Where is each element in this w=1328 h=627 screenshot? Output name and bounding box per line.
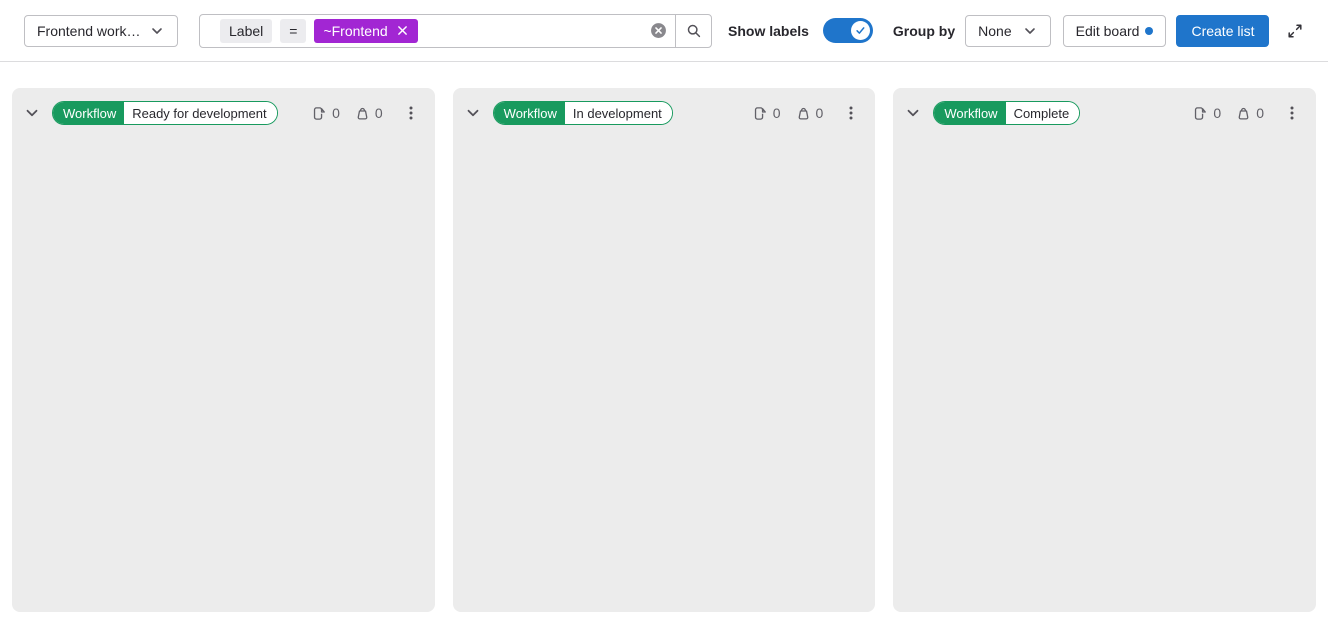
column-header: Workflow Ready for development 0	[12, 88, 435, 127]
issue-count: 0	[332, 105, 340, 121]
search-icon	[686, 23, 702, 39]
label-value: Ready for development	[124, 102, 276, 124]
show-labels-label: Show labels	[728, 23, 809, 39]
chevron-down-icon	[464, 104, 482, 122]
issues-icon	[1193, 106, 1208, 121]
filter-token-operator[interactable]: =	[280, 19, 306, 43]
weight-icon	[796, 106, 811, 121]
issue-count: 0	[773, 105, 781, 121]
weight-count-group: 0	[796, 105, 824, 121]
collapse-column-button[interactable]	[459, 99, 487, 127]
chevron-down-icon	[1022, 23, 1038, 39]
label-scope: Workflow	[934, 102, 1005, 124]
edit-board-button[interactable]: Edit board	[1063, 15, 1167, 47]
create-list-button[interactable]: Create list	[1176, 15, 1269, 47]
group-by-dropdown[interactable]: None	[965, 15, 1050, 47]
issue-count: 0	[1213, 105, 1221, 121]
checkmark-icon	[854, 24, 867, 37]
issue-board: Workflow Ready for development 0	[0, 62, 1328, 612]
filter-token-value-label: ~Frontend	[323, 23, 387, 39]
label-scope: Workflow	[53, 102, 124, 124]
filter-token-key[interactable]: Label	[220, 19, 272, 43]
clear-filter-button[interactable]	[641, 16, 675, 46]
column-menu-button[interactable]	[1278, 99, 1306, 127]
collapse-column-button[interactable]	[899, 99, 927, 127]
search-button[interactable]	[675, 15, 711, 47]
board-switcher-label: Frontend workfl…	[37, 23, 141, 39]
column-header: Workflow In development 0	[453, 88, 876, 127]
create-list-label: Create list	[1191, 23, 1254, 39]
column-menu-button[interactable]	[837, 99, 865, 127]
label-value: Complete	[1006, 102, 1080, 124]
board-column-ready-for-development: Workflow Ready for development 0	[12, 88, 435, 612]
weight-icon	[1236, 106, 1251, 121]
label-value: In development	[565, 102, 672, 124]
board-column-in-development: Workflow In development 0	[453, 88, 876, 612]
chevron-down-icon	[904, 104, 922, 122]
group-by-value: None	[978, 23, 1011, 39]
weight-count: 0	[1256, 105, 1264, 121]
collapse-column-button[interactable]	[18, 99, 46, 127]
diagonal-expand-arrows-icon	[1287, 23, 1303, 39]
notification-dot	[1145, 27, 1153, 35]
issue-count-group: 0	[312, 105, 340, 121]
weight-count-group: 0	[355, 105, 383, 121]
column-counts: 0 0	[1193, 105, 1264, 121]
group-by-label: Group by	[893, 23, 955, 39]
vertical-ellipsis-icon	[1284, 105, 1300, 121]
weight-count: 0	[375, 105, 383, 121]
board-switcher-dropdown[interactable]: Frontend workfl…	[24, 15, 178, 47]
column-counts: 0 0	[753, 105, 824, 121]
column-menu-button[interactable]	[397, 99, 425, 127]
show-labels-toggle[interactable]	[823, 18, 873, 43]
board-column-complete: Workflow Complete 0	[893, 88, 1316, 612]
remove-token-icon[interactable]	[396, 24, 409, 37]
edit-board-label: Edit board	[1076, 23, 1140, 39]
filter-token-list: Label = ~Frontend	[200, 19, 641, 43]
chevron-down-icon	[23, 104, 41, 122]
filter-token-value[interactable]: ~Frontend	[314, 19, 417, 43]
column-scoped-label[interactable]: Workflow In development	[493, 101, 673, 125]
column-scoped-label[interactable]: Workflow Ready for development	[52, 101, 278, 125]
filter-bar[interactable]: Label = ~Frontend	[199, 14, 712, 48]
board-toolbar: Frontend workfl… Label = ~Frontend	[0, 0, 1328, 62]
weight-count-group: 0	[1236, 105, 1264, 121]
weight-icon	[355, 106, 370, 121]
issues-icon	[753, 106, 768, 121]
issue-count-group: 0	[1193, 105, 1221, 121]
label-scope: Workflow	[494, 102, 565, 124]
vertical-ellipsis-icon	[403, 105, 419, 121]
weight-count: 0	[816, 105, 824, 121]
issues-icon	[312, 106, 327, 121]
vertical-ellipsis-icon	[843, 105, 859, 121]
fullscreen-button[interactable]	[1279, 15, 1311, 47]
issue-count-group: 0	[753, 105, 781, 121]
column-counts: 0 0	[312, 105, 383, 121]
toggle-knob	[851, 21, 870, 40]
circle-x-icon	[650, 22, 667, 39]
column-scoped-label[interactable]: Workflow Complete	[933, 101, 1080, 125]
column-header: Workflow Complete 0	[893, 88, 1316, 127]
chevron-down-icon	[149, 23, 165, 39]
filter-search-input[interactable]	[426, 22, 641, 40]
